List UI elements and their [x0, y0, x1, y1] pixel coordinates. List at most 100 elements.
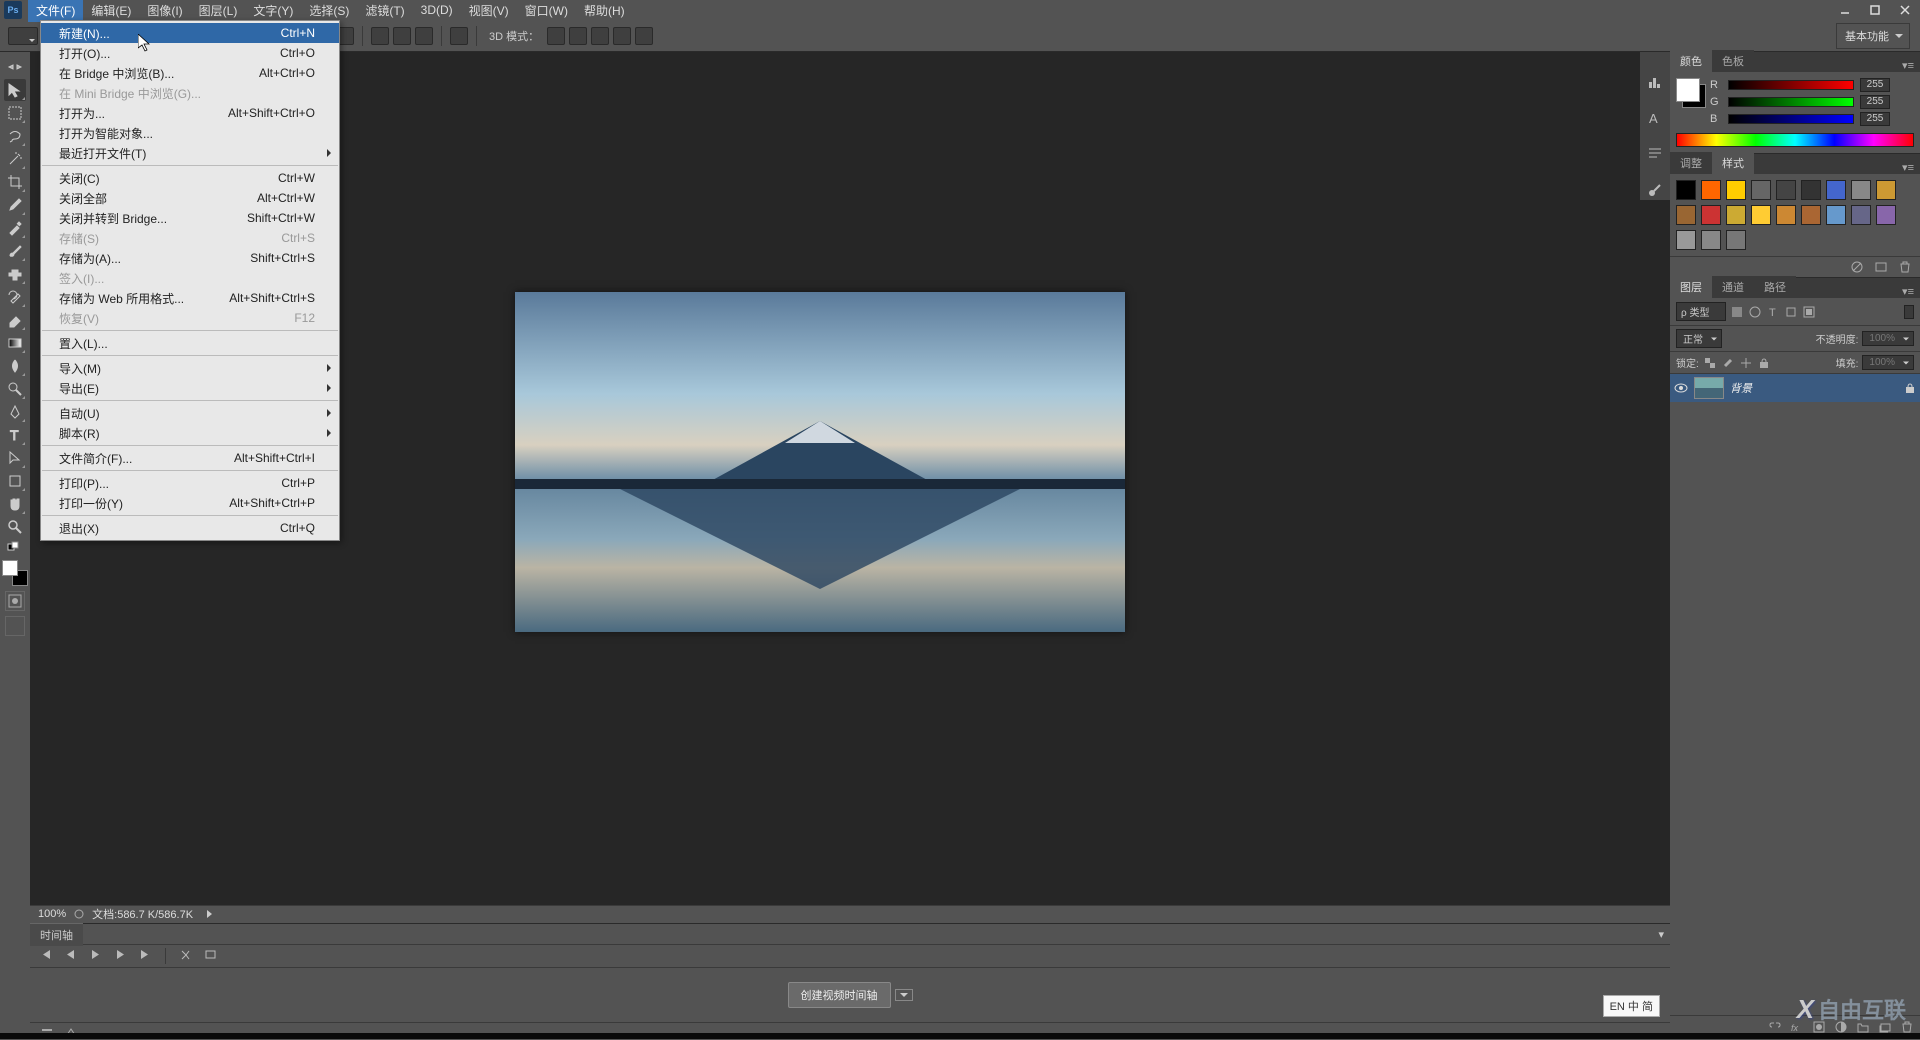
file-menu-item[interactable]: 存储为 Web 所用格式...Alt+Shift+Ctrl+S [41, 288, 339, 308]
filter-smart-icon[interactable] [1802, 305, 1816, 319]
clone-stamp-tool[interactable] [4, 263, 26, 285]
color-swatches[interactable] [2, 560, 28, 586]
menu-view[interactable]: 视图(V) [461, 0, 517, 22]
histogram-panel-icon[interactable] [1645, 72, 1665, 92]
menu-layer[interactable]: 图层(L) [191, 0, 246, 22]
style-swatch[interactable] [1776, 180, 1796, 200]
zoom-refresh-icon[interactable] [74, 909, 84, 919]
type-tool[interactable]: T [4, 424, 26, 446]
g-slider[interactable] [1728, 97, 1854, 107]
link-layers-icon[interactable] [1768, 1020, 1782, 1034]
lock-position-icon[interactable] [1739, 356, 1753, 370]
path-selection-tool[interactable] [4, 447, 26, 469]
styles-tab[interactable]: 样式 [1712, 152, 1754, 174]
color-tab[interactable]: 颜色 [1670, 50, 1712, 72]
shape-tool[interactable] [4, 470, 26, 492]
style-swatch[interactable] [1826, 205, 1846, 225]
style-swatch[interactable] [1676, 230, 1696, 250]
lock-paint-icon[interactable] [1721, 356, 1735, 370]
layer-name[interactable]: 背景 [1730, 380, 1752, 396]
menu-3d[interactable]: 3D(D) [413, 0, 461, 20]
document-canvas[interactable] [515, 292, 1125, 632]
menu-window[interactable]: 窗口(W) [517, 0, 576, 22]
expand-handle[interactable] [4, 56, 26, 78]
style-swatch[interactable] [1801, 180, 1821, 200]
file-menu-item[interactable]: 文件简介(F)...Alt+Shift+Ctrl+I [41, 448, 339, 468]
transition-button[interactable] [205, 949, 216, 963]
style-swatch[interactable] [1726, 230, 1746, 250]
spacing-opt-2[interactable] [393, 27, 411, 45]
file-menu-item[interactable]: 导出(E) [41, 378, 339, 398]
menu-type[interactable]: 文字(Y) [245, 0, 301, 22]
filter-adjust-icon[interactable] [1748, 305, 1762, 319]
style-swatch[interactable] [1701, 230, 1721, 250]
prev-frame-button[interactable] [65, 949, 76, 963]
tool-preset-picker[interactable] [8, 27, 38, 45]
style-swatch[interactable] [1751, 180, 1771, 200]
create-video-timeline-button[interactable]: 创建视频时间轴 [788, 982, 891, 1008]
file-menu-item[interactable]: 关闭并转到 Bridge...Shift+Ctrl+W [41, 208, 339, 228]
style-swatch[interactable] [1801, 205, 1821, 225]
style-swatch[interactable] [1826, 180, 1846, 200]
file-menu-item[interactable]: 在 Bridge 中浏览(B)...Alt+Ctrl+O [41, 63, 339, 83]
file-menu-item[interactable]: 脚本(R) [41, 423, 339, 443]
3d-mode-orbit[interactable] [547, 27, 565, 45]
healing-brush-tool[interactable] [4, 217, 26, 239]
dodge-tool[interactable] [4, 378, 26, 400]
move-tool[interactable] [4, 79, 26, 101]
paragraph-panel-icon[interactable] [1645, 144, 1665, 164]
file-menu-item[interactable]: 最近打开文件(T) [41, 143, 339, 163]
style-swatch[interactable] [1851, 180, 1871, 200]
style-swatch[interactable] [1876, 205, 1896, 225]
opacity-input[interactable]: 100% [1862, 331, 1914, 346]
style-swatch[interactable] [1726, 205, 1746, 225]
file-menu-item[interactable]: 关闭全部Alt+Ctrl+W [41, 188, 339, 208]
channels-tab[interactable]: 通道 [1712, 276, 1754, 298]
file-menu-item[interactable]: 自动(U) [41, 403, 339, 423]
lock-transparency-icon[interactable] [1703, 356, 1717, 370]
eyedropper-tool[interactable] [4, 194, 26, 216]
lock-all-icon[interactable] [1757, 356, 1771, 370]
menu-help[interactable]: 帮助(H) [576, 0, 633, 22]
fill-input[interactable]: 100% [1862, 355, 1914, 370]
split-clip-button[interactable] [180, 949, 191, 963]
screen-mode-toggle[interactable] [5, 616, 25, 636]
style-swatch[interactable] [1776, 205, 1796, 225]
hand-tool[interactable] [4, 493, 26, 515]
document-info[interactable]: 文档:586.7 K/586.7K [92, 906, 193, 922]
adjustments-tab[interactable]: 调整 [1670, 152, 1712, 174]
zoom-level[interactable]: 100% [38, 908, 66, 920]
menu-file[interactable]: 文件(F) [28, 0, 83, 22]
3d-mode-slide[interactable] [613, 27, 631, 45]
style-swatch[interactable] [1851, 205, 1871, 225]
style-swatch[interactable] [1751, 205, 1771, 225]
color-fg-swatch[interactable] [1676, 78, 1700, 102]
magic-wand-tool[interactable] [4, 148, 26, 170]
blur-tool[interactable] [4, 355, 26, 377]
file-menu-item[interactable]: 新建(N)...Ctrl+N [41, 23, 339, 43]
file-menu-item[interactable]: 打开(O)...Ctrl+O [41, 43, 339, 63]
g-value[interactable]: 255 [1860, 95, 1890, 109]
character-panel-icon[interactable]: A [1645, 108, 1665, 128]
menu-filter[interactable]: 滤镜(T) [357, 0, 412, 22]
style-swatch[interactable] [1726, 180, 1746, 200]
no-style-icon[interactable] [1850, 260, 1864, 274]
style-swatch[interactable] [1676, 180, 1696, 200]
eraser-tool[interactable] [4, 309, 26, 331]
brush-tool[interactable] [4, 240, 26, 262]
styles-panel-menu[interactable]: ▾≡ [1896, 161, 1920, 174]
ime-indicator[interactable]: EN 中 简 [1603, 995, 1660, 1017]
color-panel-menu[interactable]: ▾≡ [1896, 59, 1920, 72]
style-swatch[interactable] [1701, 180, 1721, 200]
file-menu-item[interactable]: 打开为...Alt+Shift+Ctrl+O [41, 103, 339, 123]
filter-toggle[interactable] [1904, 305, 1914, 319]
style-swatch[interactable] [1876, 180, 1896, 200]
file-menu-item[interactable]: 存储为(A)...Shift+Ctrl+S [41, 248, 339, 268]
filter-pixel-icon[interactable] [1730, 305, 1744, 319]
maximize-button[interactable] [1860, 0, 1890, 20]
filter-shape-icon[interactable] [1784, 305, 1798, 319]
3d-mode-roll[interactable] [569, 27, 587, 45]
swatches-tab[interactable]: 色板 [1712, 50, 1754, 72]
quick-mask-toggle[interactable] [5, 591, 25, 611]
goto-last-frame-button[interactable] [140, 949, 151, 963]
